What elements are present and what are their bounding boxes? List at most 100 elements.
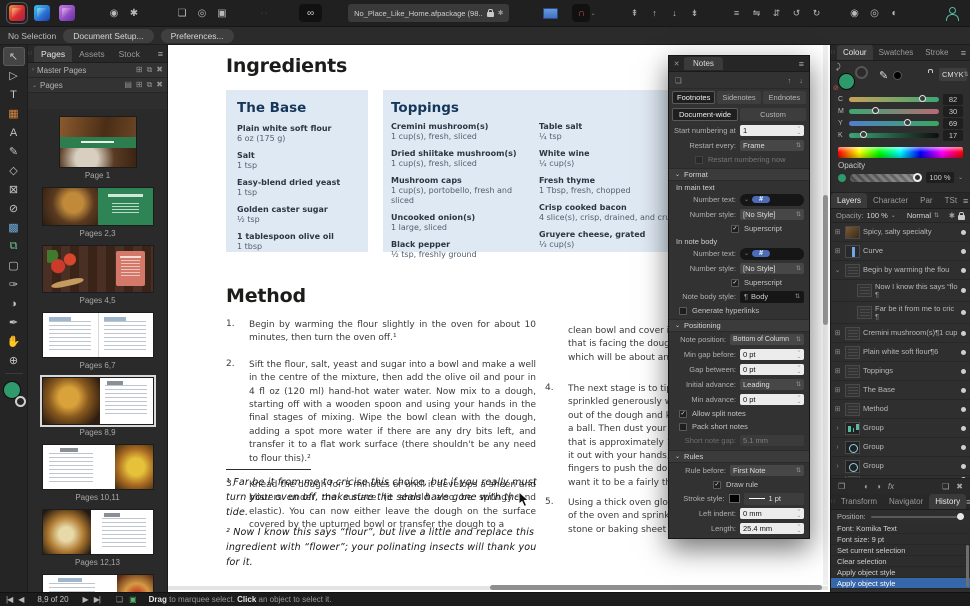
blend-mode-dropdown[interactable]: Normal [907,211,931,220]
history-panel-tab[interactable]: History [929,494,966,509]
history-position-slider[interactable] [871,516,964,518]
artistic-text-tool[interactable]: A [3,123,25,142]
document-setup-button[interactable]: Document Setup... [63,29,153,43]
rectangle-picture-frame-tool[interactable]: ⊠ [3,180,25,199]
layer-row[interactable]: ⊞ Cremini mushroom(s)¶1 cup [831,324,970,343]
frame-text-tool[interactable]: T [3,85,25,104]
format-section-header[interactable]: ⌄Format [669,168,809,181]
layer-visibility-dot[interactable] [961,407,966,412]
geometry-add-button[interactable]: ◉ [845,4,863,22]
pages-panel-tab[interactable]: Assets [72,46,112,62]
history-entry[interactable]: Apply object style [831,567,970,578]
horizontal-scrollbar-thumb[interactable] [490,585,822,590]
gap-between-input[interactable]: 0 pt⌃⌄ [740,364,804,375]
ellipse-picture-frame-tool[interactable]: ⊘ [3,199,25,218]
layer-visibility-dot[interactable] [961,388,966,393]
layers-panel-tab[interactable]: Character [867,193,914,208]
layer-expand-icon[interactable]: ⊞ [833,405,842,413]
page-1-thumbnail[interactable] [60,117,136,167]
start-numbering-input[interactable]: 1⌃⌄ [740,125,804,136]
colour-wheel-button[interactable]: ◉ [105,4,123,22]
pages-panel-tab[interactable]: Pages [34,46,72,62]
positioning-section-header[interactable]: ⌄Positioning [669,319,809,332]
note-type-tab[interactable]: Sidenotes [717,91,760,104]
history-entry[interactable]: Clear selection [831,556,970,567]
no-fill-icon[interactable]: ⊘ [833,84,839,92]
pages-14-15-thumbnail[interactable] [43,575,153,592]
layer-row[interactable]: Far be it from me to cric¶ [831,302,970,324]
move-forward-button[interactable]: ↑ [645,4,663,22]
table-tool[interactable]: ▦ [3,104,25,123]
pages-10-11-thumbnail[interactable] [43,445,153,489]
move-to-front-button[interactable]: ⇞ [625,4,643,22]
left-indent-input[interactable]: 0 mm⌃⌄ [740,508,804,519]
asset-tool[interactable]: ⧉ [3,237,25,256]
channel-value[interactable]: 82 [943,94,963,105]
fill-stroke-swatch[interactable] [2,381,26,407]
swap-colours-icon[interactable]: ⤸ [836,62,841,72]
cyan-slider[interactable] [849,97,939,102]
history-entry[interactable]: Font: Komika Text [831,523,970,534]
number-style-dropdown[interactable]: [No Style]⇅ [740,209,804,220]
number-text-field[interactable]: ⌄# [740,194,804,206]
adjustment-layer-icon[interactable]: ◑ [876,482,881,491]
last-spread-button[interactable]: ▶| [94,595,100,604]
shape-tool[interactable]: ◇ [3,161,25,180]
layer-row[interactable]: ⊞ The Base [831,381,970,400]
open-document-button[interactable]: ◎ [193,4,211,22]
duplicate-page-icon[interactable]: ⧉ [147,80,153,90]
layer-expand-icon[interactable]: › [833,444,842,451]
note-type-tab[interactable]: Footnotes [672,91,715,104]
stroke-colour-swatch[interactable] [15,396,26,407]
layer-expand-icon[interactable]: ⊞ [833,386,842,394]
vertical-offset-input[interactable]: 0 pt⌃⌄ [740,538,804,539]
colour-picker-tool[interactable]: ✎ [3,142,25,161]
first-spread-button[interactable]: |◀ [6,595,12,604]
opacity-dropdown-arrow[interactable]: ⌄ [891,212,896,219]
page-thumbnail-item[interactable]: Pages 10,11 [28,445,167,502]
colour-panel-tab[interactable]: Swatches [873,45,920,60]
collapse-icon[interactable]: ⌄ [32,82,37,89]
layer-row[interactable]: › Group [831,438,970,457]
history-scrollbar-thumb[interactable] [966,545,969,587]
pack-short-notes-checkbox[interactable] [679,423,687,431]
zoom-tool[interactable]: ⊕ [3,351,25,370]
next-note-icon[interactable]: ↓ [799,76,803,85]
channel-value[interactable]: 17 [943,130,963,141]
designer-persona-button[interactable] [34,5,50,21]
history-entry[interactable]: Set current selection [831,545,970,556]
document-tab[interactable]: No_Place_Like_Home.afpackage (98.. ✱ [348,4,509,22]
document-status-icon[interactable]: ▣ [129,595,137,604]
generate-hyperlinks-checkbox[interactable] [679,307,687,315]
pages-12-13-thumbnail[interactable] [43,510,153,554]
layer-visibility-dot[interactable] [961,426,966,431]
vector-crop-tool[interactable]: ▢ [3,256,25,275]
layer-expand-icon[interactable]: ⊞ [833,348,842,356]
initial-advance-dropdown[interactable]: Leading⇅ [740,379,804,390]
opacity-dropdown-arrow[interactable]: ⌄ [958,174,963,181]
layer-row[interactable]: ⊞ Method [831,400,970,419]
panel-menu-icon[interactable]: ≡ [961,48,970,58]
history-panel-tab[interactable]: Transform [835,494,883,509]
pen-tool[interactable]: ✒ [3,313,25,332]
restart-now-checkbox[interactable] [695,156,703,164]
layer-settings-gear-icon[interactable]: ✱ [949,211,955,220]
alignment-button[interactable]: ≡ [727,4,745,22]
pages-6-7-thumbnail[interactable] [43,313,153,357]
mask-layer-icon[interactable]: ◐ [864,482,869,491]
magenta-slider[interactable] [849,109,939,114]
preferences-button[interactable]: Preferences... [161,29,234,43]
length-input[interactable]: 25.4 mm⌃⌄ [740,523,804,534]
note-scope-tab[interactable]: Document-wide [672,108,738,121]
channel-value[interactable]: 30 [943,106,963,117]
layer-visibility-dot[interactable] [961,464,966,469]
colour-panel-tab[interactable]: Colour [837,45,873,60]
draw-rule-checkbox[interactable]: ✓ [713,481,721,489]
note-scope-tab[interactable]: Custom [740,108,806,121]
settings-gear-button[interactable]: ✱ [125,4,143,22]
pages-panel-menu-icon[interactable]: ≡ [158,49,167,59]
next-spread-button[interactable]: ▶ [83,595,88,604]
previous-note-icon[interactable]: ↑ [788,76,792,85]
page-thumbnail-item[interactable]: Page 1 [28,117,167,180]
vector-brush-tool[interactable]: ✑ [3,275,25,294]
